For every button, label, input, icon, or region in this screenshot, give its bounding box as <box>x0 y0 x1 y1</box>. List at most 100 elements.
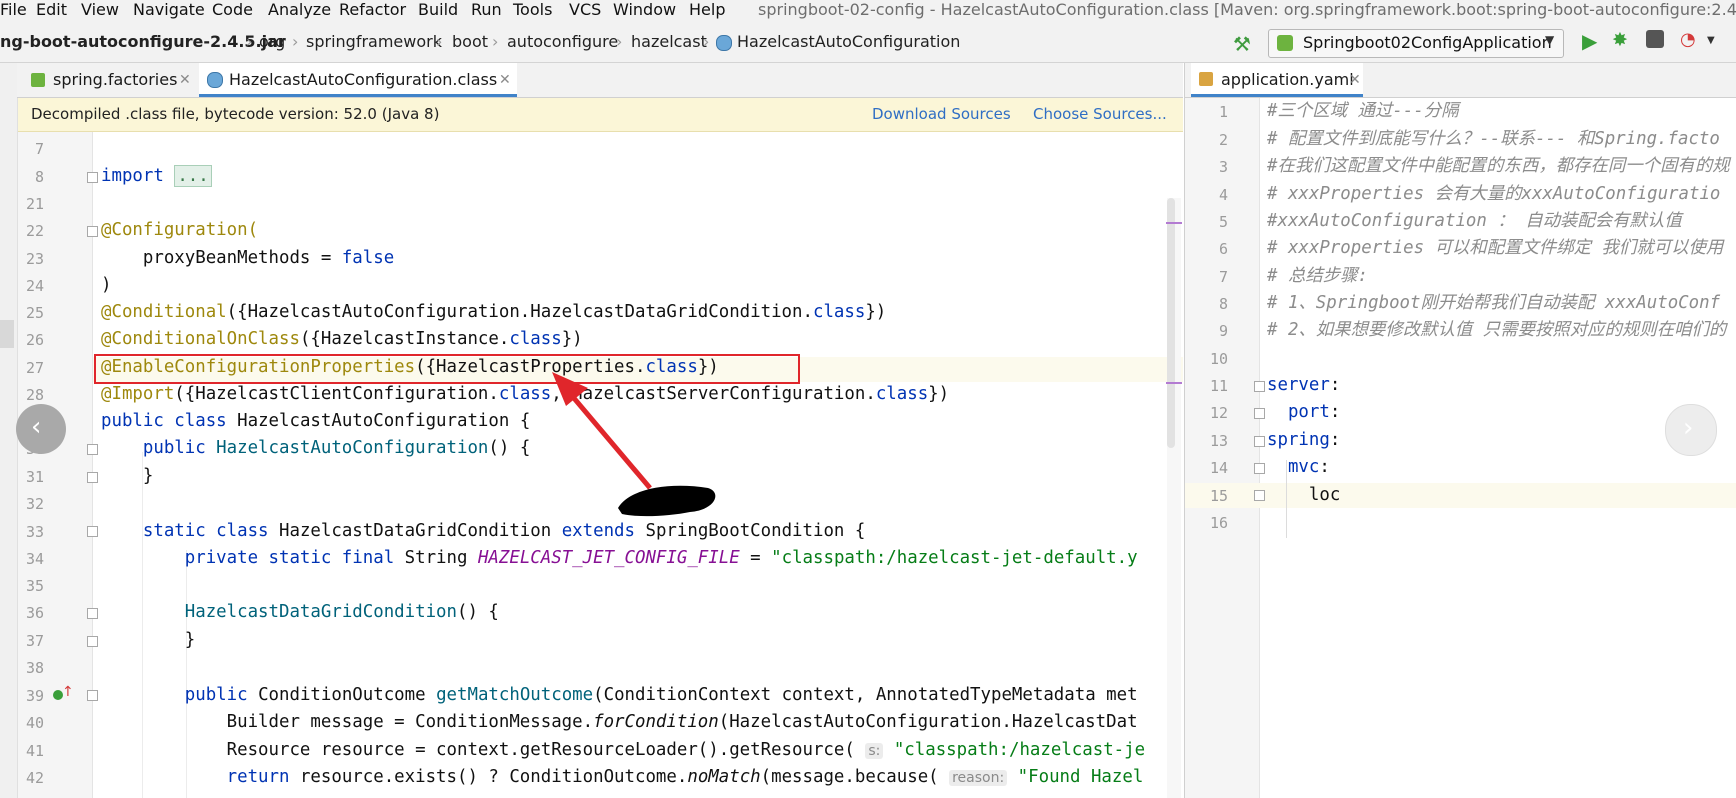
fold-marker[interactable] <box>1254 490 1265 501</box>
menu-refactor[interactable]: Refactor <box>339 0 406 22</box>
fold-marker[interactable] <box>1254 436 1265 447</box>
line-number: 27 <box>25 359 44 377</box>
code-line-26: @ConditionalOnClass({HazelcastInstance.c… <box>101 329 583 349</box>
fold-marker[interactable] <box>1254 463 1265 474</box>
code-line-40: Builder message = ConditionMessage.forCo… <box>101 712 1138 732</box>
fold-marker[interactable] <box>87 690 98 701</box>
yaml-line-15: loc <box>1267 485 1341 505</box>
line-number: 22 <box>25 222 44 240</box>
menu-vcs[interactable]: VCS <box>569 0 601 22</box>
keyword: static class <box>101 521 279 541</box>
breadcrumb-autoconfigure[interactable]: autoconfigure <box>507 32 618 52</box>
annotation: @Import <box>101 384 175 404</box>
menu-help[interactable]: Help <box>689 0 725 22</box>
code-line-39: public ConditionOutcome getMatchOutcome(… <box>101 685 1138 705</box>
fold-marker[interactable] <box>87 608 98 619</box>
menu-tools[interactable]: Tools <box>513 0 552 22</box>
coverage-icon[interactable] <box>1646 30 1664 48</box>
tab-hazelcast-class[interactable]: HazelcastAutoConfiguration.class ✕ <box>199 63 517 97</box>
menu-bar: File Edit View Navigate Code Analyze Ref… <box>0 0 1736 22</box>
line-number: 10 <box>1209 350 1228 368</box>
line-number: 21 <box>25 195 44 213</box>
debug-icon[interactable]: ✸ <box>1612 29 1628 51</box>
yaml-line-9: # 2、如果想要修改默认值 只需要按照对应的规则在咱们的 <box>1267 320 1727 340</box>
choose-sources-link[interactable]: Choose Sources... <box>1033 105 1167 123</box>
menu-edit[interactable]: Edit <box>36 0 67 22</box>
editor-tab-bar: spring.factories ✕ HazelcastAutoConfigur… <box>17 63 1183 98</box>
menu-build[interactable]: Build <box>418 0 458 22</box>
fold-marker[interactable] <box>1254 408 1265 419</box>
breadcrumb-boot[interactable]: boot <box>452 32 488 52</box>
menu-window[interactable]: Window <box>613 0 676 22</box>
line-number: 41 <box>25 742 44 760</box>
close-icon[interactable]: ✕ <box>499 63 511 97</box>
fold-marker[interactable] <box>87 172 98 183</box>
menu-run[interactable]: Run <box>471 0 502 22</box>
close-icon[interactable]: ✕ <box>179 63 191 97</box>
class-icon <box>716 35 732 51</box>
breadcrumb-hazelcast[interactable]: hazelcast <box>631 32 707 52</box>
folded-imports[interactable]: ... <box>174 165 212 187</box>
tab-spring-factories[interactable]: spring.factories ✕ <box>23 63 195 97</box>
fold-marker[interactable] <box>87 226 98 237</box>
annotation: @ConditionalOnClass <box>101 329 300 349</box>
previous-image-button[interactable]: ‹ <box>16 404 66 454</box>
line-number: 14 <box>1209 459 1228 477</box>
chevron-down-icon[interactable]: ▼ <box>1707 35 1715 46</box>
keyword: public <box>101 438 217 458</box>
code-text: ({HazelcastClientConfiguration. <box>174 384 499 404</box>
tab-application-yaml[interactable]: application.yaml ✕ <box>1191 63 1363 97</box>
breadcrumb-springframework[interactable]: springframework <box>306 32 442 52</box>
yaml-line-2: # 配置文件到底能写什么？--联系--- 和Spring.facto <box>1267 129 1720 149</box>
code-text: () { <box>457 602 499 622</box>
close-icon[interactable]: ✕ <box>1349 63 1361 97</box>
yaml-line-1: #三个区域 通过---分隔 <box>1267 101 1459 121</box>
run-configuration-select[interactable]: Springboot02ConfigApplication ▼ <box>1268 29 1564 58</box>
code-text: HazelcastAutoConfiguration { <box>237 411 531 431</box>
navigation-bar: ng-boot-autoconfigure-2.4.5.jar › org › … <box>0 22 1736 63</box>
fold-marker[interactable] <box>87 526 98 537</box>
run-icon[interactable]: ▶ <box>1582 29 1597 53</box>
scribble-mark <box>618 485 716 517</box>
code-text: ConditionOutcome <box>258 685 437 705</box>
fold-marker[interactable] <box>1254 381 1265 392</box>
arrow-shaft <box>560 382 652 490</box>
parameter-hint: reason: <box>949 770 1008 786</box>
chevron-right-icon: › <box>292 32 299 51</box>
fold-marker[interactable] <box>87 472 98 483</box>
fold-marker[interactable] <box>87 636 98 647</box>
code-line-8: import ... <box>101 165 212 187</box>
breadcrumb-org[interactable]: org <box>259 32 285 52</box>
breadcrumb-class[interactable]: HazelcastAutoConfiguration <box>737 32 960 52</box>
line-number: 23 <box>25 250 44 268</box>
code-text: (HazelcastAutoConfiguration.HazelcastDat <box>718 712 1138 732</box>
tab-label: spring.factories <box>53 70 178 89</box>
menu-analyze[interactable]: Analyze <box>268 0 331 22</box>
hammer-icon[interactable]: ⚒ <box>1233 32 1251 56</box>
profile-icon[interactable]: ◔ <box>1680 29 1696 50</box>
scrollbar-thumb[interactable] <box>1167 198 1175 448</box>
yaml-file-icon <box>1199 72 1213 86</box>
line-number: 32 <box>25 495 44 513</box>
yaml-key: mvc <box>1267 457 1320 477</box>
menu-view[interactable]: View <box>81 0 119 22</box>
menu-navigate[interactable]: Navigate <box>133 0 205 22</box>
yaml-line-13: spring: <box>1267 430 1340 450</box>
yaml-line-3: #在我们这配置文件中能配置的东西，都存在同一个固有的规 <box>1267 156 1730 176</box>
code-text: () { <box>488 438 531 458</box>
menu-file[interactable]: File <box>0 0 27 22</box>
line-number: 2 <box>1218 131 1228 149</box>
code-text: (message.because( <box>760 767 950 787</box>
code-text: Builder message = ConditionMessage. <box>101 712 594 732</box>
breadcrumb-jar[interactable]: ng-boot-autoconfigure-2.4.5.jar <box>0 32 286 52</box>
fold-marker[interactable] <box>87 444 98 455</box>
run-configuration-label: Springboot02ConfigApplication <box>1303 33 1552 52</box>
download-sources-link[interactable]: Download Sources <box>872 105 1011 123</box>
next-image-button[interactable]: › <box>1665 404 1717 456</box>
chevron-down-icon: ▼ <box>1545 33 1555 47</box>
code-text: : <box>1319 457 1330 477</box>
line-number: 11 <box>1209 377 1228 395</box>
menu-code[interactable]: Code <box>212 0 253 22</box>
code-line-37: } <box>101 630 196 650</box>
